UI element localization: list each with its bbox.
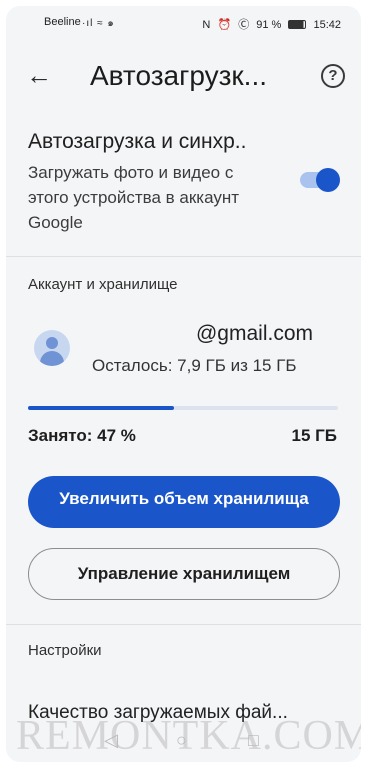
top-app-bar: ← Автозагрузк... ? bbox=[6, 48, 361, 104]
clock: 15:42 bbox=[313, 19, 341, 31]
manage-storage-button[interactable]: Управление хранилищем bbox=[28, 548, 340, 600]
status-right: N ⏰ Ⓒ 91 % 15:42 bbox=[198, 16, 341, 32]
help-icon[interactable]: ? bbox=[321, 64, 345, 88]
settings-section-heading: Настройки bbox=[28, 642, 102, 659]
avatar-head bbox=[46, 337, 58, 349]
backup-toggle[interactable] bbox=[300, 168, 340, 192]
alarm-icon: ⏰ bbox=[217, 19, 232, 31]
avatar-body bbox=[40, 351, 64, 366]
divider bbox=[6, 624, 361, 625]
storage-total-label: 15 ГБ bbox=[291, 426, 338, 445]
status-bar: Beeline ·ıl ≈ ๑ N ⏰ Ⓒ 91 % 15:42 bbox=[6, 6, 361, 36]
battery-icon bbox=[288, 20, 307, 29]
storage-used-label: Занято: 47 % bbox=[28, 426, 136, 445]
toggle-knob bbox=[316, 168, 340, 192]
nav-back-icon[interactable]: ◁ bbox=[104, 730, 118, 751]
storage-remaining: Осталось: 7,9 ГБ из 15 ГБ bbox=[92, 356, 297, 375]
divider bbox=[6, 256, 361, 257]
storage-progress-bar bbox=[28, 406, 338, 410]
phone-screen: Beeline ·ıl ≈ ๑ N ⏰ Ⓒ 91 % 15:42 ← Автоз… bbox=[6, 6, 361, 762]
nav-home-icon[interactable]: ○ bbox=[176, 730, 187, 751]
account-avatar-icon bbox=[34, 330, 70, 366]
increase-storage-button[interactable]: Увеличить объем хранилища bbox=[28, 476, 340, 528]
battery-percent: 91 % bbox=[256, 19, 282, 31]
backup-setting-description: Загружать фото и видео с этого устройств… bbox=[28, 163, 240, 232]
nav-recent-icon[interactable]: □ bbox=[248, 730, 259, 751]
system-nav-bar: ◁ ○ □ bbox=[6, 728, 361, 762]
account-email: @gmail.com bbox=[195, 322, 313, 345]
nfc-icon: N bbox=[202, 19, 211, 31]
signal-wifi-icons: ·ıl ≈ ๑ bbox=[82, 18, 115, 29]
backup-setting-title[interactable]: Автозагрузка и синхр.. bbox=[28, 130, 246, 154]
page-title: Автозагрузк... bbox=[90, 60, 268, 91]
do-not-disturb-icon: Ⓒ bbox=[238, 19, 250, 31]
back-arrow-icon[interactable]: ← bbox=[26, 62, 52, 88]
account-section-heading: Аккаунт и хранилище bbox=[28, 276, 178, 293]
storage-progress-fill bbox=[28, 406, 174, 410]
carrier-name: Beeline bbox=[44, 16, 81, 28]
